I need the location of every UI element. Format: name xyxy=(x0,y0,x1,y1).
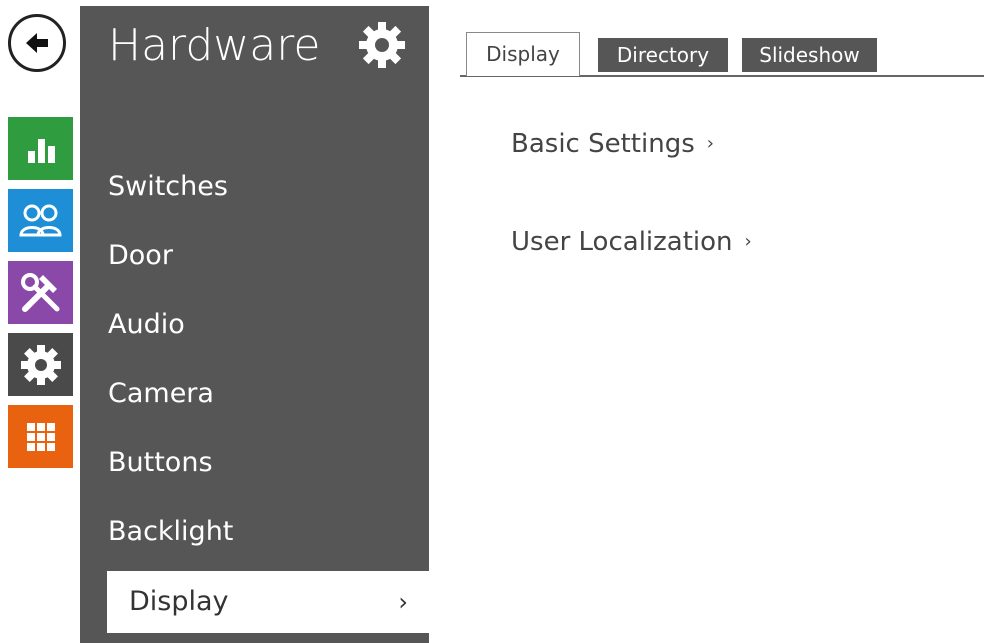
sidebar: Hardware Switches Door Audio Camera Butt… xyxy=(80,6,430,643)
tab-display[interactable]: Display xyxy=(466,32,580,76)
tools-icon xyxy=(20,272,59,312)
tab-slideshow[interactable]: Slideshow xyxy=(742,38,877,72)
link-label: Basic Settings xyxy=(511,129,695,159)
nav-directory[interactable] xyxy=(8,189,73,252)
sidebar-item-switches[interactable]: Switches xyxy=(108,158,429,216)
sidebar-item-label: Door xyxy=(108,240,173,271)
gear-icon xyxy=(20,344,61,385)
sidebar-item-audio[interactable]: Audio xyxy=(108,296,429,354)
nav-system[interactable] xyxy=(8,333,73,396)
sidebar-item-backlight[interactable]: Backlight xyxy=(108,503,429,561)
sidebar-item-label: Camera xyxy=(108,378,214,409)
user-localization-link[interactable]: User Localization › xyxy=(511,227,752,257)
gear-icon xyxy=(359,22,405,68)
nav-services[interactable] xyxy=(8,405,73,468)
sidebar-item-display[interactable]: Display › xyxy=(107,571,430,633)
users-icon xyxy=(18,204,62,236)
sidebar-item-label: Audio xyxy=(108,309,185,340)
sidebar-item-camera[interactable]: Camera xyxy=(108,365,429,423)
link-label: User Localization xyxy=(511,227,733,257)
chevron-right-icon: › xyxy=(744,231,752,252)
grid-icon xyxy=(26,422,55,451)
sidebar-item-label: Backlight xyxy=(108,516,234,547)
sidebar-item-door[interactable]: Door xyxy=(108,227,429,285)
tab-bar: Display Directory Slideshow xyxy=(460,30,984,78)
nav-hardware[interactable] xyxy=(8,261,73,324)
sidebar-item-buttons[interactable]: Buttons xyxy=(108,434,429,492)
basic-settings-link[interactable]: Basic Settings › xyxy=(511,129,714,159)
app-nav-bar xyxy=(0,0,80,643)
back-arrow-icon xyxy=(26,33,48,53)
back-button[interactable] xyxy=(8,14,66,72)
sidebar-item-label: Display xyxy=(129,586,229,617)
bar-chart-icon xyxy=(27,138,55,163)
sidebar-title: Hardware xyxy=(108,20,321,71)
tab-directory[interactable]: Directory xyxy=(598,38,728,72)
sidebar-item-label: Buttons xyxy=(108,447,213,478)
nav-status[interactable] xyxy=(8,117,73,180)
chevron-right-icon: › xyxy=(706,133,714,154)
chevron-right-icon: › xyxy=(398,588,408,616)
sidebar-item-label: Switches xyxy=(108,171,228,202)
